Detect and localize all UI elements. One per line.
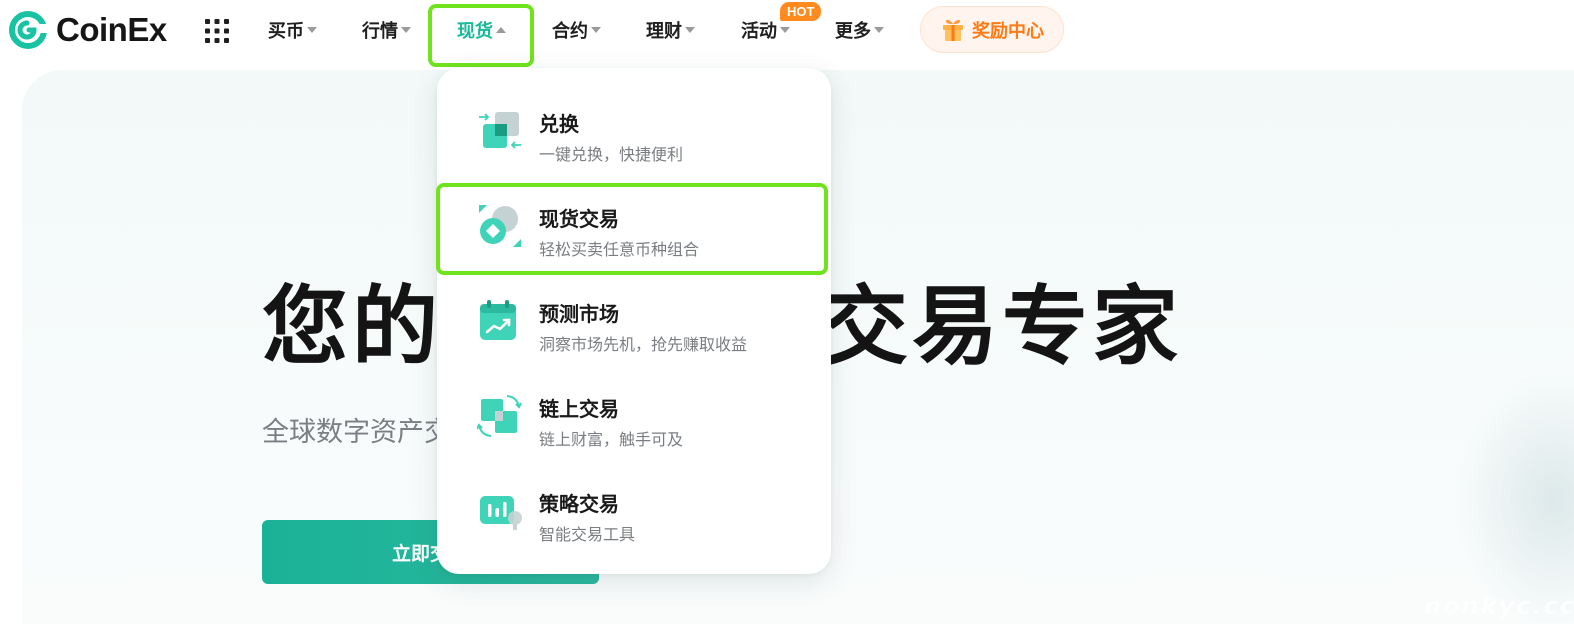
calendar-chart-icon <box>480 300 516 340</box>
menu-item-title: 现货交易 <box>539 207 619 231</box>
menu-item-description: 链上财富，触手可及 <box>539 430 684 449</box>
menu-item-title: 链上交易 <box>539 397 619 421</box>
hero-decoration <box>1454 370 1574 624</box>
spot-dropdown-menu: 兑换 一键兑换，快捷便利 现货交易 轻松买卖任意币种组合 预测市场 洞察市场先机… <box>437 68 831 574</box>
nav-item-label: 理财 <box>646 21 682 42</box>
caret-down-icon <box>401 27 411 33</box>
top-navigation: CoinEx 买币 行情 现货 合约 理财 活动 HOT 更多 奖励中心 <box>0 0 1574 67</box>
caret-down-icon <box>874 27 884 33</box>
nav-item-label: 活动 <box>741 21 777 42</box>
reward-center-button[interactable]: 奖励中心 <box>920 6 1064 53</box>
reward-center-label: 奖励中心 <box>972 20 1044 42</box>
gift-icon <box>943 19 963 41</box>
menu-item-onchain-trading[interactable]: 链上交易 链上财富，触手可及 <box>437 371 831 461</box>
menu-item-title: 兑换 <box>539 112 579 136</box>
hot-badge: HOT <box>780 2 822 21</box>
nav-item-spot[interactable]: 现货 <box>457 17 506 43</box>
swap-icon <box>479 112 521 149</box>
nav-item-more[interactable]: 更多 <box>835 17 884 43</box>
coinex-logo-icon <box>9 11 48 49</box>
nav-item-label: 现货 <box>457 21 493 42</box>
caret-down-icon <box>685 27 695 33</box>
hero-title-right: 交易专家 <box>822 277 1182 377</box>
caret-down-icon <box>591 27 601 33</box>
nav-item-label: 更多 <box>835 21 871 42</box>
nav-item-markets[interactable]: 行情 <box>362 17 411 43</box>
brand-name: CoinEx <box>56 11 167 48</box>
nav-item-futures[interactable]: 合约 <box>552 17 601 43</box>
menu-item-description: 轻松买卖任意币种组合 <box>539 240 700 259</box>
menu-item-convert[interactable]: 兑换 一键兑换，快捷便利 <box>437 86 831 176</box>
hero-title-left: 您的 <box>262 277 442 377</box>
menu-item-spot-trading[interactable]: 现货交易 轻松买卖任意币种组合 <box>437 181 831 271</box>
menu-item-title: 策略交易 <box>539 492 619 516</box>
spot-trade-icon <box>479 205 521 247</box>
watermark: nonkyc.cc <box>1424 592 1574 620</box>
nav-item-finance[interactable]: 理财 <box>646 17 695 43</box>
nav-item-label: 行情 <box>362 21 398 42</box>
nav-item-label: 合约 <box>552 21 588 42</box>
brand-logo[interactable]: CoinEx <box>8 10 167 50</box>
grid-icon[interactable] <box>204 18 230 44</box>
menu-item-strategy-trading[interactable]: 策略交易 智能交易工具 <box>437 466 831 556</box>
menu-item-title: 预测市场 <box>539 302 619 326</box>
caret-down-icon <box>780 27 790 33</box>
strategy-bars-icon <box>480 496 522 530</box>
menu-item-description: 洞察市场先机，抢先赚取收益 <box>539 335 748 354</box>
menu-item-prediction-market[interactable]: 预测市场 洞察市场先机，抢先赚取收益 <box>437 276 831 366</box>
onchain-icon <box>477 395 522 437</box>
caret-up-icon <box>496 27 506 33</box>
caret-down-icon <box>307 27 317 33</box>
nav-item-label: 买币 <box>268 21 304 42</box>
nav-item-buy-crypto[interactable]: 买币 <box>268 17 317 43</box>
menu-item-description: 一键兑换，快捷便利 <box>539 145 684 164</box>
hero-subtitle: 全球数字资产交 <box>262 417 451 448</box>
menu-item-description: 智能交易工具 <box>539 525 636 544</box>
